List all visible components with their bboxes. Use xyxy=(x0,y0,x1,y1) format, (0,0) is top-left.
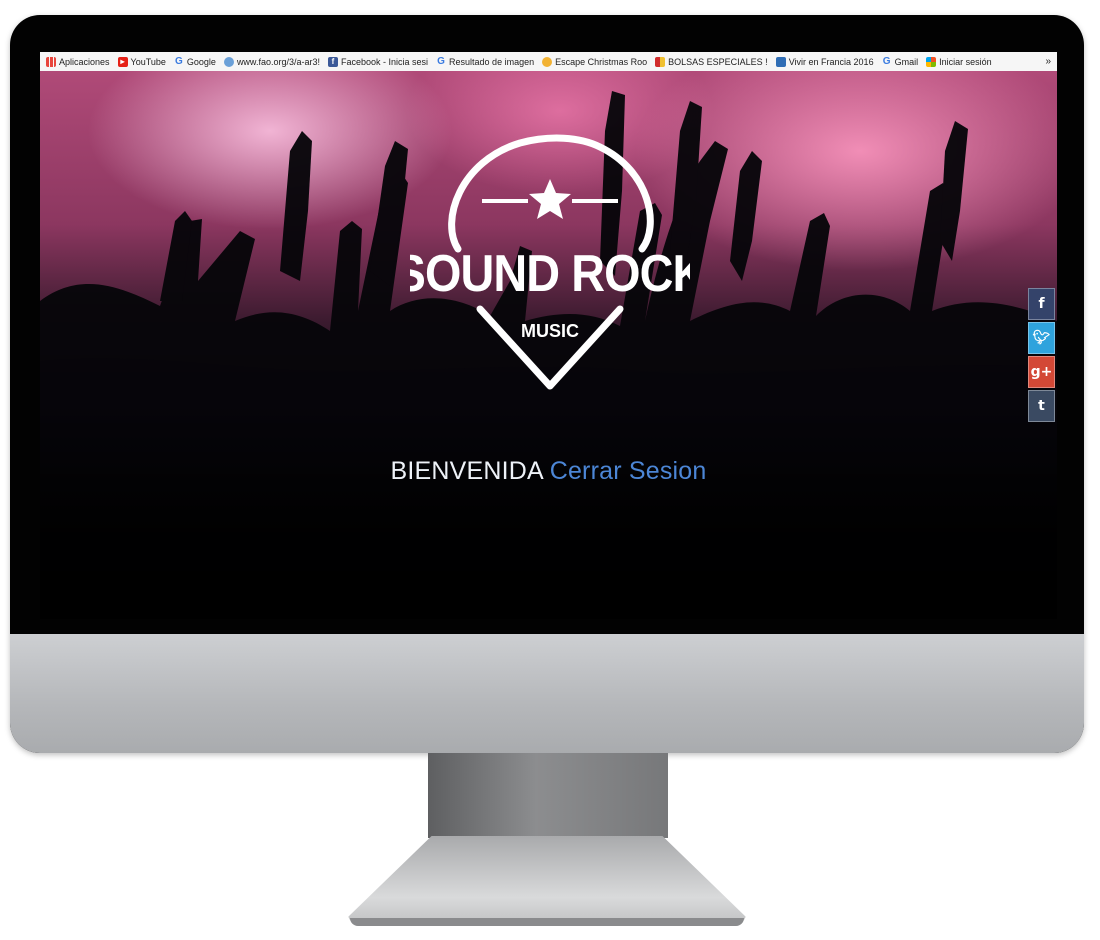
tumblr-icon: t xyxy=(1038,398,1045,414)
bookmark-label: BOLSAS ESPECIALES ! xyxy=(668,56,768,67)
bolsas-icon xyxy=(655,56,666,67)
google-icon: G xyxy=(437,55,445,67)
smiley-icon xyxy=(542,56,553,67)
bookmark-apps[interactable]: Aplicaciones xyxy=(46,56,112,67)
bookmark-label: Google xyxy=(186,56,216,67)
sound-rock-logo: SOUND ROCK MUSIC xyxy=(410,134,690,390)
bookmark-label: Resultado de imagen xyxy=(449,56,535,67)
google-plus-share-button[interactable]: g+ xyxy=(1028,356,1055,388)
apps-grid-icon xyxy=(46,56,56,67)
tumblr-share-button[interactable]: t xyxy=(1028,390,1055,422)
bookmark-label: Gmail xyxy=(894,56,919,67)
welcome-line: BIENVENIDA Cerrar Sesion xyxy=(40,457,1057,486)
bookmark-vivir[interactable]: Vivir en Francia 2016 xyxy=(775,56,876,67)
hero-banner: SOUND ROCK MUSIC BIENVENIDA Cerrar Sesio… xyxy=(40,71,1057,619)
screen: Aplicaciones ▸ YouTube G Google www.fao.or… xyxy=(40,52,1057,619)
monitor-base xyxy=(348,836,746,924)
twitter-share-button[interactable]: 🐦︎ xyxy=(1028,322,1055,354)
logout-link[interactable]: Cerrar Sesion xyxy=(550,457,707,485)
bookmark-resultado[interactable]: G Resultado de imagen xyxy=(436,55,536,67)
welcome-text: BIENVENIDA xyxy=(390,457,543,485)
google-icon: G xyxy=(175,55,183,67)
logo-subtitle: MUSIC xyxy=(521,321,579,341)
bookmark-label: www.fao.org/3/a-ar3! xyxy=(236,56,320,67)
bookmark-google[interactable]: G Google xyxy=(174,55,218,67)
facebook-icon: f xyxy=(1038,296,1045,312)
bookmark-facebook[interactable]: f Facebook - Inicia sesi xyxy=(327,56,430,67)
bookmark-label: Facebook - Inicia sesi xyxy=(340,56,429,67)
bookmark-label: Escape Christmas Roo xyxy=(555,56,648,67)
monitor-chin xyxy=(10,634,1084,753)
facebook-icon: f xyxy=(327,56,338,67)
twitter-icon: 🐦︎ xyxy=(1032,330,1051,346)
bookmark-escape[interactable]: Escape Christmas Roo xyxy=(542,56,649,67)
bookmark-label: Vivir en Francia 2016 xyxy=(788,56,874,67)
facebook-share-button[interactable]: f xyxy=(1028,288,1055,320)
monitor-base-edge xyxy=(350,918,744,926)
microsoft-icon xyxy=(926,56,937,67)
bookmark-youtube[interactable]: ▸ YouTube xyxy=(117,56,168,67)
logo-title: SOUND ROCK xyxy=(410,245,690,303)
bookmarks-bar: Aplicaciones ▸ YouTube G Google www.fao.or… xyxy=(40,52,1057,72)
google-icon: G xyxy=(882,55,891,67)
bookmark-label: Aplicaciones xyxy=(59,56,110,67)
globe-icon xyxy=(223,56,234,67)
social-bar: f 🐦︎ g+ t xyxy=(1028,288,1055,422)
bookmark-label: YouTube xyxy=(130,56,166,67)
bookmark-fao[interactable]: www.fao.org/3/a-ar3! xyxy=(223,56,322,67)
monitor-neck xyxy=(428,753,668,838)
bookmarks-overflow-button[interactable]: » xyxy=(1045,56,1051,67)
bookmark-label: Iniciar sesión xyxy=(939,56,992,67)
bookmark-iniciar-sesion[interactable]: Iniciar sesión xyxy=(926,56,994,67)
google-plus-icon: g+ xyxy=(1030,364,1053,380)
youtube-icon: ▸ xyxy=(117,56,128,67)
vivir-icon xyxy=(775,56,786,67)
bookmark-bolsas[interactable]: BOLSAS ESPECIALES ! xyxy=(655,56,770,67)
bookmark-gmail[interactable]: G Gmail xyxy=(882,55,921,67)
